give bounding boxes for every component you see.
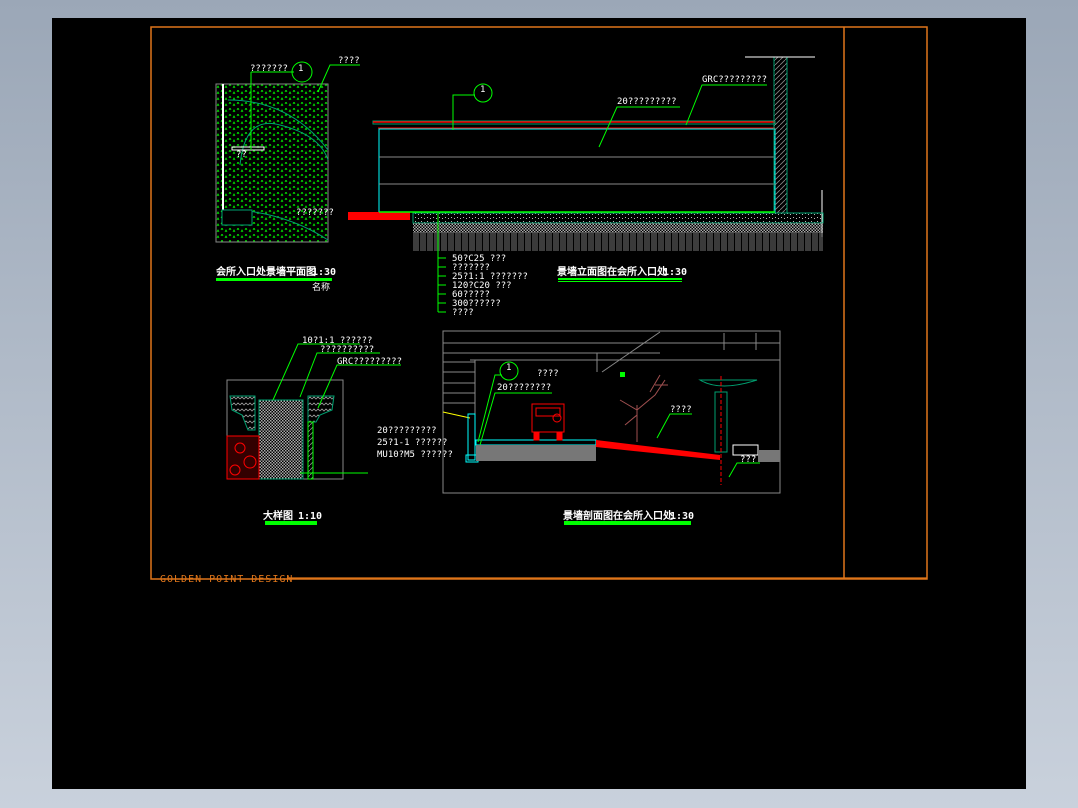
plan-label-3: ?? xyxy=(236,150,247,160)
plan-label-4: ??????? xyxy=(296,208,334,218)
detail-title: 大样图 xyxy=(263,509,293,522)
elevation-label-1: 20????????? xyxy=(617,97,677,107)
detail-label-3: GRC????????? xyxy=(337,357,402,367)
detail-side-2: 25?1-1 ?????? xyxy=(377,438,447,448)
elevation-label-2: GRC????????? xyxy=(702,75,767,85)
detail-side-1: 20????????? xyxy=(377,426,437,436)
section-title: 景墙剖面图在会所入口处 xyxy=(563,509,674,522)
plan-view: 1 ??????? ???? ?? ??????? 会所入口处景墙平面图 1:3… xyxy=(215,56,360,293)
detail-scale: 1:10 xyxy=(298,511,322,522)
detail-view: 10?1:1 ?????? ?????????? GRC????????? 20… xyxy=(226,336,453,525)
marker-number: 1 xyxy=(480,85,485,95)
section-label-4: ??? xyxy=(740,455,756,465)
drawing: GOLDEN POINT DESIGN 1 ??????? ???? ?? ??… xyxy=(150,26,928,585)
plan-label-1: ??????? xyxy=(250,64,288,74)
marker-number: 1 xyxy=(298,64,303,74)
section-label-1: ???? xyxy=(537,369,559,379)
layer-list: 50?C25 ??? ??????? 25?1:1 ??????? 120?C2… xyxy=(438,254,528,318)
detail-label-2: ?????????? xyxy=(320,345,374,355)
section-view: 1 ???? 20???????? ???? ??? 景墙剖面图在会所入口处 1… xyxy=(442,330,781,525)
plan-subtitle: 名称 xyxy=(312,281,330,293)
layer-label: ???? xyxy=(452,308,474,318)
elevation-title: 景墙立面图在会所入口处 xyxy=(557,265,668,278)
plan-scale: 1:30 xyxy=(312,267,336,278)
elevation-view: 1 20????????? GRC????????? 50?C25 ??? ??… xyxy=(348,56,824,318)
plan-title: 会所入口处景墙平面图 xyxy=(216,265,316,278)
plan-label-2: ???? xyxy=(338,56,360,66)
section-scale: 1:30 xyxy=(670,511,694,522)
vehicle-icon xyxy=(531,403,565,441)
brand-text: GOLDEN POINT DESIGN xyxy=(160,574,293,585)
detail-side-3: MU10?M5 ?????? xyxy=(377,450,453,460)
marker-number: 1 xyxy=(506,363,511,373)
section-label-2: 20???????? xyxy=(497,383,551,393)
section-label-3: ???? xyxy=(670,405,692,415)
elevation-scale: 1:30 xyxy=(663,267,687,278)
